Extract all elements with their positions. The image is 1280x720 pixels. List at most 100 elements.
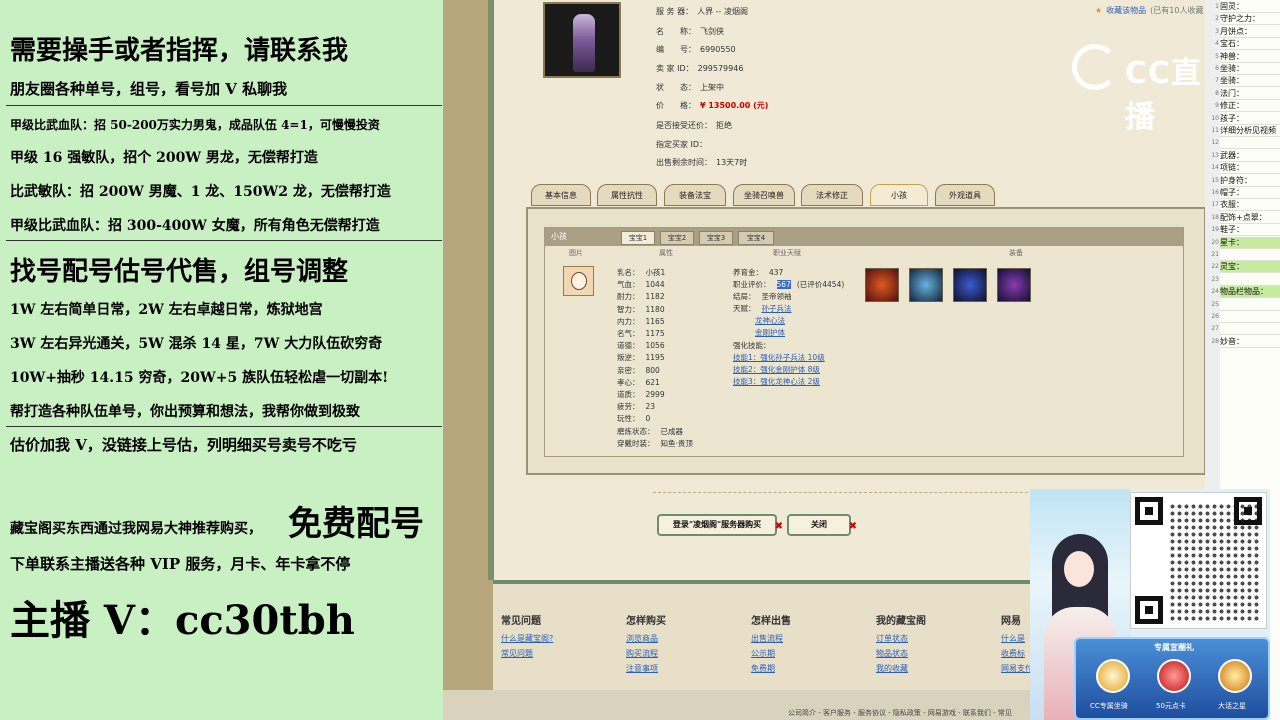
checklist-row[interactable]: 坐骑：: [1220, 63, 1280, 75]
checklist-row[interactable]: 妙音：: [1220, 336, 1280, 348]
checklist-row[interactable]: 项链：: [1220, 162, 1280, 175]
tab-mounts-pets[interactable]: 坐骑召唤兽: [733, 184, 795, 206]
checklist-row[interactable]: 配饰+点翠：: [1220, 212, 1280, 224]
equip-slot-4[interactable]: [997, 268, 1031, 302]
checklist-row[interactable]: 详细分析见视频: [1220, 125, 1280, 137]
row-number: 8: [1215, 89, 1219, 97]
ad-free-match: 免费配号: [288, 504, 424, 544]
footer-link[interactable]: 订单状态: [876, 631, 926, 646]
child-stat-row: 气血： 1044: [617, 280, 665, 290]
ad-headline: 需要操手或者指挥，请联系我: [10, 36, 349, 66]
row-number: 6: [1215, 65, 1219, 72]
checklist-row[interactable]: 鞋子：: [1220, 224, 1280, 237]
equip-slot-2[interactable]: [909, 268, 943, 302]
checklist-row[interactable]: 灵宝：: [1220, 261, 1280, 274]
buyer-row: 指定买家 ID：: [656, 140, 708, 149]
tab-basic-info[interactable]: 基本信息: [531, 184, 591, 206]
footer-link[interactable]: 什么是藏宝阁?: [501, 631, 553, 646]
checklist-row[interactable]: 宝石：: [1220, 38, 1280, 51]
login-buy-button[interactable]: 登录"凌烟阁"服务器购买 ✖: [657, 514, 783, 536]
time-row: 出售剩余时间： 13天7时: [656, 158, 748, 167]
checklist-row[interactable]: 守护之力：: [1220, 13, 1280, 26]
enhance-skill-link[interactable]: 技能2：强化金刚护体 8级: [733, 364, 820, 375]
ad-line: 估价加我 V，没链接上号估，列明细买号卖号不吃亏: [10, 436, 357, 454]
checklist-row[interactable]: [1220, 299, 1280, 311]
close-button[interactable]: 关闭 ✖: [787, 514, 857, 536]
footer-link[interactable]: 注意事项: [626, 661, 666, 676]
checklist-row[interactable]: 修正：: [1220, 100, 1280, 113]
footer-link[interactable]: 常见问题: [501, 646, 553, 661]
row-number: 5: [1215, 52, 1219, 60]
row-number: 3: [1215, 27, 1219, 35]
col-equipment: 装备: [1009, 249, 1023, 257]
footer-legal: 公司简介 - 客户服务 - 服务协议 - 隐私政策 - 网易游戏 - 联系我们 …: [788, 709, 1012, 717]
row-number: 20: [1211, 238, 1219, 246]
footer-link[interactable]: 出售流程: [751, 631, 791, 646]
row-number: 11: [1211, 127, 1219, 134]
checklist-row[interactable]: 衣服：: [1220, 199, 1280, 212]
tab-attributes[interactable]: 属性抗性: [597, 184, 657, 206]
subtab-baby-3[interactable]: 宝宝3: [699, 231, 733, 245]
child-stat-row: 道德： 1056: [617, 341, 665, 351]
gift-card[interactable]: 专属宣圈礼 CC专属坐骑 50元点卡 大话之星: [1074, 637, 1270, 720]
talent-link[interactable]: 金刚护体: [755, 327, 785, 338]
checklist-row[interactable]: 帽子：: [1220, 187, 1280, 199]
checklist-row[interactable]: 武器：: [1220, 150, 1280, 162]
checklist-row[interactable]: 月饼点：: [1220, 26, 1280, 38]
checklist-row[interactable]: [1220, 311, 1280, 323]
child-stat-row: 磨炼状态： 已成器: [617, 426, 683, 436]
checklist-row[interactable]: 护身符：: [1220, 175, 1280, 187]
checklist-row[interactable]: [1220, 323, 1280, 336]
row-number: 2: [1215, 15, 1219, 23]
checklist-row[interactable]: 固灵：: [1220, 1, 1280, 13]
status-row: 状 态： 上架中: [656, 83, 724, 92]
checklist-row[interactable]: [1220, 274, 1280, 286]
ending-row: 结局： 圣帝领袖: [733, 292, 792, 301]
tab-appearance[interactable]: 外观道具: [935, 184, 995, 206]
checklist-row[interactable]: 坐骑：: [1220, 75, 1280, 88]
name-row: 名 称： 飞剑侠: [656, 27, 724, 36]
footer-heading: 常见问题: [501, 616, 541, 627]
subtab-baby-2[interactable]: 宝宝2: [660, 231, 694, 245]
row-number: 16: [1211, 189, 1219, 196]
ad-line: 甲级比武血队：招 50-200万实力男鬼，成品队伍 4=1，可慢慢投资: [10, 118, 380, 132]
talent-link[interactable]: 龙神心法: [755, 315, 785, 326]
subtab-baby-1[interactable]: 宝宝1: [621, 231, 655, 245]
checklist-row[interactable]: 神兽：: [1220, 51, 1280, 63]
footer-link[interactable]: 网易支付: [1001, 661, 1033, 676]
child-stat-row: 名气： 1175: [617, 329, 665, 338]
checklist-row[interactable]: 孩子：: [1220, 113, 1280, 125]
ad-line: 甲级 16 强敏队，招个 200W 男龙，无偿帮打造: [10, 150, 318, 166]
child-avatar: [563, 266, 594, 296]
footer-link[interactable]: 浏览商品: [626, 631, 666, 646]
enhance-skill-link[interactable]: 技能1：强化孙子兵法 10级: [733, 352, 825, 363]
checklist-row[interactable]: [1220, 249, 1280, 261]
subtab-baby-4[interactable]: 宝宝4: [738, 231, 774, 245]
equip-slot-3[interactable]: [953, 268, 987, 302]
footer-link[interactable]: 免费期: [751, 661, 791, 676]
child-stat-row: 道质： 2999: [617, 390, 665, 399]
child-stat-row: 乳名： 小孩1: [617, 268, 666, 277]
divider: [6, 105, 442, 106]
stream-ad-panel: 需要操手或者指挥，请联系我 朋友圈各种单号，组号，看号加 V 私聊我 甲级比武血…: [0, 0, 443, 720]
equip-slot-1[interactable]: [865, 268, 899, 302]
footer-link[interactable]: 收费标: [1001, 646, 1033, 661]
footer-link[interactable]: 购买流程: [626, 646, 666, 661]
checklist-row[interactable]: 法门：: [1220, 88, 1280, 100]
row-number: 19: [1211, 226, 1219, 234]
ad-line: 10W+抽秒 14.15 穷奇，20W+5 族队伍轻松虐一切副本!: [10, 370, 389, 386]
footer-link[interactable]: 什么是: [1001, 631, 1033, 646]
checklist-row[interactable]: 星卡：: [1220, 236, 1280, 249]
footer-link[interactable]: 我的收藏: [876, 661, 926, 676]
footer-link[interactable]: 公示期: [751, 646, 791, 661]
checklist-row[interactable]: 物品栏物品：: [1220, 286, 1280, 299]
enhance-skill-link[interactable]: 技能3：强化龙神心法 2级: [733, 376, 820, 387]
checklist-row[interactable]: [1220, 137, 1280, 150]
footer-column: 我的藏宝阁 订单状态 物品状态 我的收藏: [876, 612, 926, 676]
row-number: 13: [1211, 151, 1219, 159]
footer-link[interactable]: 物品状态: [876, 646, 926, 661]
tab-spells[interactable]: 法术修正: [801, 184, 863, 206]
favorite-link[interactable]: ★ 收藏该物品 (已有10人收藏: [1095, 5, 1203, 16]
tab-child[interactable]: 小孩: [870, 184, 928, 206]
tab-equipment[interactable]: 装备法宝: [664, 184, 726, 206]
